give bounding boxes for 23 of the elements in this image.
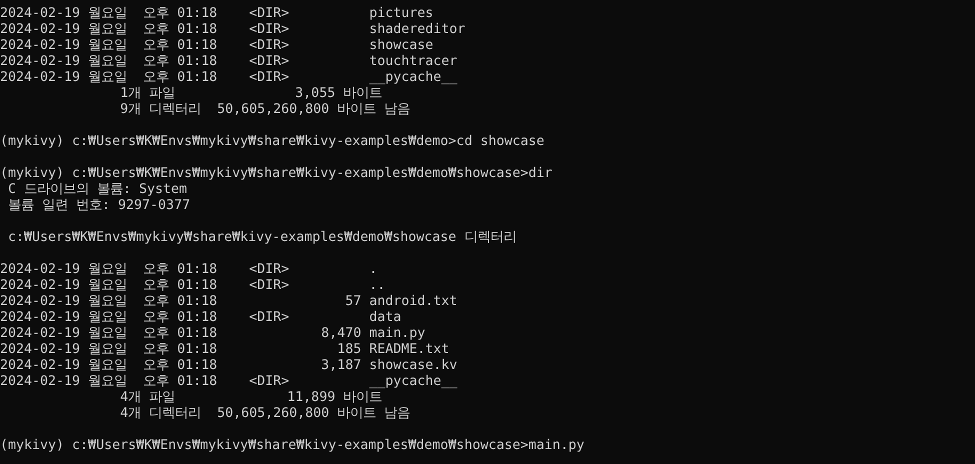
console-line: (mykivy) c:₩Users₩K₩Envs₩mykivy₩share₩kivy-examples₩demo₩showcase>dir	[0, 166, 552, 182]
console-line: 9개 디렉터리 50,605,260,800 바이트 남음	[119, 102, 410, 118]
console-line: 2024-02-19 월요일 오후 01:18 <DIR> .	[0, 262, 378, 278]
console-line: 2024-02-19 월요일 오후 01:18 8,470 main.py	[0, 326, 426, 342]
console-line: 2024-02-19 월요일 오후 01:18 <DIR> ..	[0, 278, 386, 294]
console-line: 2024-02-19 월요일 오후 01:18 <DIR> data	[0, 310, 402, 326]
console-line: 4개 파일 11,899 바이트	[119, 390, 382, 406]
console-line: 2024-02-19 월요일 오후 01:18 3,187 showcase.kv	[0, 358, 458, 374]
console-line: 2024-02-19 월요일 오후 01:18 <DIR> touchtracer	[0, 54, 458, 70]
console-line: 2024-02-19 월요일 오후 01:18 <DIR> __pycache__	[0, 374, 458, 390]
console-line: C 드라이브의 볼륨: System	[7, 182, 188, 198]
console-line: c:₩Users₩K₩Envs₩mykivy₩share₩kivy-examples₩demo₩showcase 디렉터리	[7, 230, 516, 246]
console-line: 2024-02-19 월요일 오후 01:18 57 android.txt	[0, 294, 458, 310]
console-line: 2024-02-19 월요일 오후 01:18 185 README.txt	[0, 342, 450, 358]
console-line: 볼륨 일련 번호: 9297-0377	[7, 198, 190, 214]
console-line: 2024-02-19 월요일 오후 01:18 <DIR> shadereditor	[0, 22, 466, 38]
console-line: (mykivy) c:₩Users₩K₩Envs₩mykivy₩share₩kivy-examples₩demo₩showcase>main.py	[0, 438, 584, 454]
console-line: (mykivy) c:₩Users₩K₩Envs₩mykivy₩share₩kivy-examples₩demo>cd showcase	[0, 134, 544, 150]
console-line: 2024-02-19 월요일 오후 01:18 <DIR> pictures	[0, 6, 434, 22]
console-line: 2024-02-19 월요일 오후 01:18 <DIR> showcase	[0, 38, 434, 54]
console-line: 1개 파일 3,055 바이트	[119, 86, 382, 102]
console-line: 4개 디렉터리 50,605,260,800 바이트 남음	[119, 406, 410, 422]
console-line: 2024-02-19 월요일 오후 01:18 <DIR> __pycache__	[0, 70, 458, 86]
